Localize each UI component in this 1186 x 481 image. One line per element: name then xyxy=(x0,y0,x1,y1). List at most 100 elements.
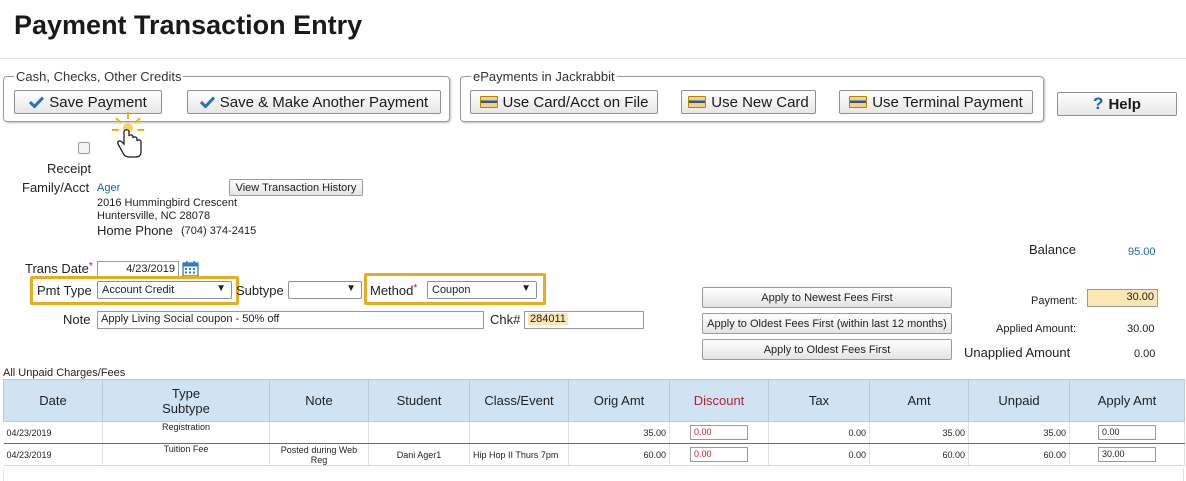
col-unpaid[interactable]: Unpaid xyxy=(968,379,1070,422)
subtype-select[interactable]: ▼ xyxy=(288,281,362,299)
apply-amt-input[interactable]: 30.00 xyxy=(1098,447,1156,462)
use-card-on-file-label: Use Card/Acct on File xyxy=(502,93,649,111)
row-orig-amt: 35.00 xyxy=(568,421,670,444)
col-tax[interactable]: Tax xyxy=(768,379,870,422)
row-student xyxy=(368,421,470,444)
payment-input[interactable]: 30.00 xyxy=(1087,289,1158,307)
row-amt: 35.00 xyxy=(869,421,969,444)
col-date[interactable]: Date xyxy=(3,379,103,422)
pmt-type-label: Pmt Type xyxy=(37,283,92,298)
col-class-event[interactable]: Class/Event xyxy=(469,379,569,422)
col-orig-amt[interactable]: Orig Amt xyxy=(568,379,670,422)
unapplied-amount-label: Unapplied Amount xyxy=(964,345,1071,360)
use-new-card-label: Use New Card xyxy=(711,93,809,111)
table-header-row: Date Type Subtype Note Student Class/Even… xyxy=(3,379,1185,422)
check-icon xyxy=(199,96,215,108)
col-type-subtype[interactable]: Type Subtype xyxy=(102,379,270,422)
row-unpaid: 60.00 xyxy=(968,443,1070,466)
method-label: Method* xyxy=(370,283,418,298)
dropdown-arrow-icon: ▼ xyxy=(346,283,356,294)
row-apply-cell: 30.00 xyxy=(1069,443,1185,466)
unpaid-charges-table: Date Type Subtype Note Student Class/Even… xyxy=(3,379,1185,466)
row-unpaid: 35.00 xyxy=(968,421,1070,444)
chk-input[interactable]: 284011 xyxy=(524,311,644,329)
row-date: 04/23/2019 xyxy=(3,421,103,444)
row-class xyxy=(469,421,569,444)
save-make-another-label: Save & Make Another Payment xyxy=(219,93,429,111)
row-discount-cell: 0.00 xyxy=(669,421,769,444)
dropdown-arrow-icon: ▼ xyxy=(521,283,531,294)
use-terminal-payment-button[interactable]: Use Terminal Payment xyxy=(839,90,1033,114)
row-amt: 60.00 xyxy=(869,443,969,466)
row-note: Posted during Web Reg xyxy=(269,443,369,466)
address-line-2: Huntersville, NC 28078 xyxy=(97,210,211,222)
home-phone-label: Home Phone xyxy=(97,223,173,238)
row-orig-amt: 60.00 xyxy=(568,443,670,466)
note-input[interactable]: Apply Living Social coupon - 50% off xyxy=(97,311,484,329)
save-make-another-button[interactable]: Save & Make Another Payment xyxy=(187,90,441,114)
address-line-1: 2016 Hummingbird Crescent xyxy=(97,197,238,209)
check-icon xyxy=(29,96,45,108)
row-date: 04/23/2019 xyxy=(3,443,103,466)
family-name-link[interactable]: Ager xyxy=(97,182,120,194)
card-icon xyxy=(849,96,868,108)
row-tax: 0.00 xyxy=(768,443,870,466)
apply-oldest-fees-button[interactable]: Apply to Oldest Fees First xyxy=(702,339,952,360)
table-scroll-area xyxy=(3,468,1184,481)
pmt-type-select[interactable]: Account Credit ▼ xyxy=(97,281,232,299)
apply-amt-input[interactable]: 0.00 xyxy=(1098,425,1156,440)
card-icon xyxy=(479,96,498,108)
col-note[interactable]: Note xyxy=(269,379,369,422)
row-type: Tuition Fee xyxy=(102,443,270,466)
title-divider xyxy=(0,58,1186,59)
col-student[interactable]: Student xyxy=(368,379,470,422)
home-phone-value: (704) 374-2415 xyxy=(181,225,257,237)
balance-label: Balance xyxy=(1029,242,1076,257)
method-value: Coupon xyxy=(432,284,471,296)
page-title: Payment Transaction Entry xyxy=(14,10,363,40)
row-apply-cell: 0.00 xyxy=(1069,421,1185,444)
card-icon xyxy=(688,96,707,108)
discount-input[interactable]: 0.00 xyxy=(690,447,748,462)
trans-date-label: Trans Date* xyxy=(25,261,93,276)
col-apply-amt[interactable]: Apply Amt xyxy=(1069,379,1185,422)
table-row: 04/23/2019 Tuition Fee Posted during Web… xyxy=(3,443,1185,466)
balance-value[interactable]: 95.00 xyxy=(1128,246,1156,258)
discount-input[interactable]: 0.00 xyxy=(690,425,748,440)
cash-checks-legend: Cash, Checks, Other Credits xyxy=(16,69,182,84)
col-discount[interactable]: Discount xyxy=(669,379,769,422)
view-transaction-history-button[interactable]: View Transaction History xyxy=(229,179,363,196)
row-type: Registration xyxy=(102,421,270,444)
family-acct-label: Family/Acct xyxy=(22,180,90,195)
row-student: Dani Ager1 xyxy=(368,443,470,466)
table-row: 04/23/2019 Registration 35.00 0.00 0.00 … xyxy=(3,421,1185,444)
applied-amount-value: 30.00 xyxy=(1127,323,1155,335)
apply-oldest-12-months-button[interactable]: Apply to Oldest Fees First (within last … xyxy=(702,313,952,334)
chk-label: Chk# xyxy=(490,312,521,327)
subtype-label: Subtype xyxy=(236,283,284,298)
unapplied-amount-value: 0.00 xyxy=(1134,348,1156,360)
help-button[interactable]: ? Help xyxy=(1057,92,1177,116)
save-payment-label: Save Payment xyxy=(49,93,147,111)
pmt-type-value: Account Credit xyxy=(102,284,175,296)
receipt-label: Receipt xyxy=(47,161,92,176)
row-tax: 0.00 xyxy=(768,421,870,444)
note-label: Note xyxy=(63,312,91,327)
hand-cursor-icon xyxy=(108,110,150,165)
epayments-legend: ePayments in Jackrabbit xyxy=(473,69,615,84)
receipt-checkbox[interactable] xyxy=(78,142,90,154)
use-terminal-payment-label: Use Terminal Payment xyxy=(872,93,1023,111)
payment-label: Payment: xyxy=(1031,295,1078,307)
dropdown-arrow-icon: ▼ xyxy=(216,283,226,294)
row-discount-cell: 0.00 xyxy=(669,443,769,466)
chk-value: 284011 xyxy=(528,313,568,325)
apply-newest-fees-button[interactable]: Apply to Newest Fees First xyxy=(702,287,952,308)
use-card-on-file-button[interactable]: Use Card/Acct on File xyxy=(470,90,658,114)
row-note xyxy=(269,421,369,444)
use-new-card-button[interactable]: Use New Card xyxy=(681,90,816,114)
method-select[interactable]: Coupon ▼ xyxy=(427,281,537,299)
col-amt[interactable]: Amt xyxy=(869,379,969,422)
unpaid-charges-caption: All Unpaid Charges/Fees xyxy=(3,367,126,379)
row-class: Hip Hop II Thurs 7pm xyxy=(469,443,569,466)
help-icon: ? xyxy=(1093,94,1104,113)
